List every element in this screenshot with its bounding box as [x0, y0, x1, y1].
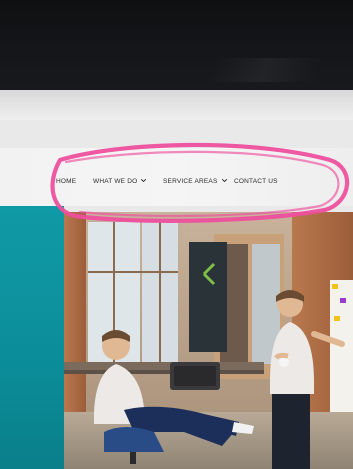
nav-item-label: CONTACT US: [234, 178, 278, 185]
nav-item-label: WHAT WE DO: [93, 178, 138, 185]
browser-chrome-top: [0, 90, 353, 120]
nav-item-home[interactable]: HOME: [56, 178, 76, 185]
hero-image: [64, 212, 353, 469]
teal-side-panel: [0, 206, 64, 469]
chevron-down-icon: [221, 178, 227, 183]
nav-item-label: SERVICE AREAS: [163, 178, 218, 185]
chevron-down-icon: [141, 178, 147, 183]
office-meeting-photo: [64, 212, 353, 469]
nav-item-label: HOME: [56, 178, 77, 185]
site-navigation: HOME WHAT WE DO SERVICE AREAS CONTACT US: [0, 148, 353, 206]
screen-glare: [205, 58, 325, 82]
nav-item-contact-us[interactable]: CONTACT US: [234, 178, 278, 185]
nav-item-what-we-do[interactable]: WHAT WE DO: [93, 178, 147, 185]
nav-item-service-areas[interactable]: SERVICE AREAS: [163, 178, 228, 185]
